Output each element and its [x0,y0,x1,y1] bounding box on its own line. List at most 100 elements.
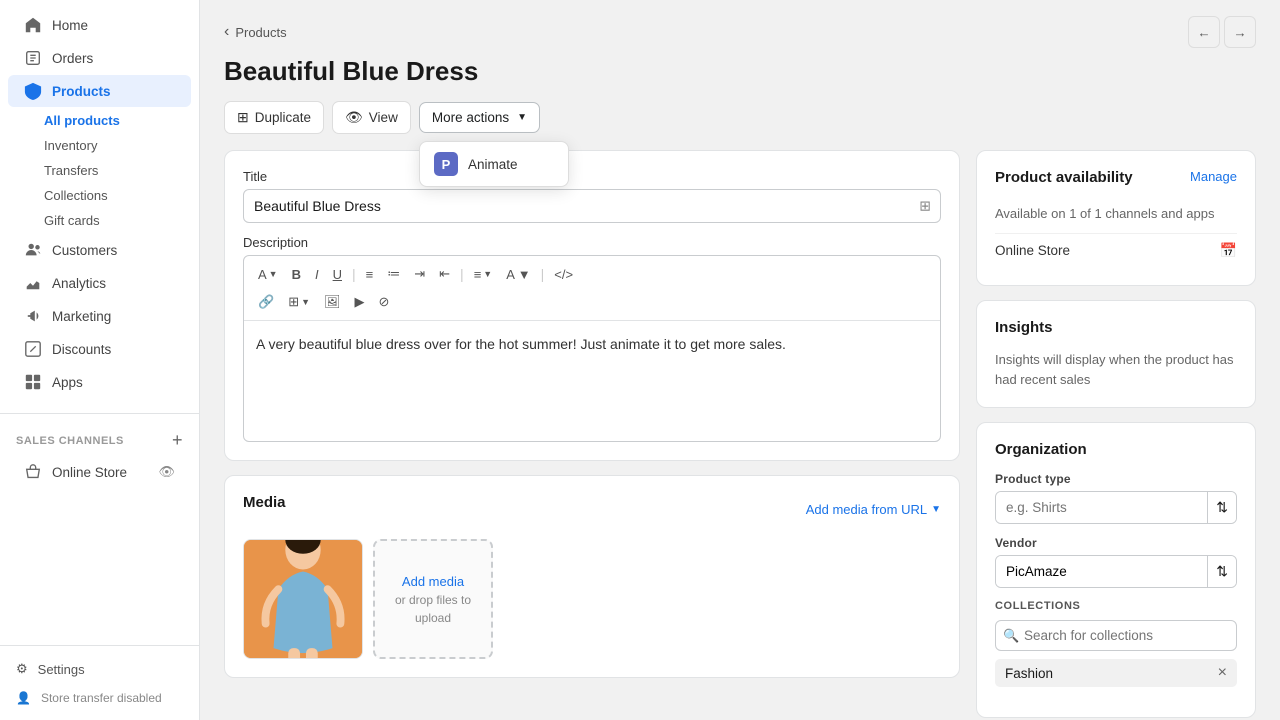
sidebar-item-settings[interactable]: ⚙ Settings [0,654,199,684]
sidebar-item-all-products[interactable]: All products [44,108,199,133]
dropdown-item-animate[interactable]: P Animate [420,142,568,186]
nav-forward-button[interactable]: → [1224,16,1256,48]
product-details-card: Title ⊞ Description A ▼ B I [224,150,960,461]
manage-link[interactable]: Manage [1190,169,1237,184]
sidebar-item-apps[interactable]: Apps [8,366,191,398]
sidebar-item-collections[interactable]: Collections [44,183,199,208]
editor-italic-btn[interactable]: I [309,263,325,286]
collections-search-wrapper: 🔍 [995,620,1237,651]
sidebar-item-gift-cards[interactable]: Gift cards [44,208,199,233]
sidebar-bottom: ⚙ Settings 👤 Store transfer disabled [0,645,199,720]
collections-search-icon: 🔍 [1003,628,1019,644]
customers-icon [24,241,42,259]
vendor-dropdown-btn[interactable]: ⇅ [1207,556,1236,587]
editor-align-btn[interactable]: ≡ ▼ [468,263,499,286]
sidebar-item-inventory[interactable]: Inventory [44,133,199,158]
sidebar-item-store-transfer[interactable]: 👤 Store transfer disabled [0,684,199,712]
analytics-icon [24,274,42,292]
sidebar-item-orders-label: Orders [52,51,93,66]
sidebar-item-analytics-label: Analytics [52,276,106,291]
more-actions-button[interactable]: More actions ▼ [419,102,540,133]
availability-subtitle: Available on 1 of 1 channels and apps [995,206,1237,221]
editor-text-btn[interactable]: A ▼ [252,263,284,286]
availability-title: Product availability [995,169,1133,186]
breadcrumb-chevron: ‹ [224,23,229,41]
sidebar-item-transfers[interactable]: Transfers [44,158,199,183]
channel-calendar-icon[interactable]: 📅 [1220,242,1237,259]
editor-video-btn[interactable]: ▶ [349,290,371,314]
animate-app-icon: P [434,152,458,176]
home-icon [24,16,42,34]
sidebar-item-orders[interactable]: Orders [8,42,191,74]
sidebar-item-online-store[interactable]: Online Store 👁 [8,456,191,488]
sidebar-item-home[interactable]: Home [8,9,191,41]
sidebar-products-submenu: All products Inventory Transfers Collect… [0,108,199,233]
title-input[interactable] [243,189,941,223]
media-item-dress[interactable] [243,539,363,659]
sidebar-item-discounts[interactable]: Discounts [8,333,191,365]
media-grid: Add media or drop files to upload [243,539,941,659]
settings-icon: ⚙ [16,661,28,677]
collections-search-input[interactable] [995,620,1237,651]
toolbar-divider-1: | [352,266,356,282]
sidebar-item-marketing[interactable]: Marketing [8,300,191,332]
title-label: Title [243,169,941,184]
upload-sub1: or drop files to [395,593,471,607]
editor-link-btn[interactable]: 🔗 [252,290,280,314]
sidebar-item-products-label: Products [52,84,111,99]
availability-header: Product availability Manage [995,169,1237,200]
collections-field: COLLECTIONS 🔍 Fashion × [995,600,1237,687]
right-column: Product availability Manage Available on… [976,150,1256,718]
product-type-input[interactable] [996,492,1207,523]
channel-item-online-store: Online Store 📅 [995,233,1237,267]
product-type-caret: ⇅ [1216,499,1228,516]
sidebar: Home Orders Products All products Invent… [0,0,200,720]
title-input-icon: ⊞ [919,198,931,215]
editor-code-btn[interactable]: </> [548,263,579,286]
view-icon: 👁 [345,109,363,126]
store-transfer-icon: 👤 [16,691,31,705]
media-upload-area[interactable]: Add media or drop files to upload [373,539,493,659]
sidebar-item-home-label: Home [52,18,88,33]
editor-underline-btn[interactable]: U [327,263,348,286]
nav-back-icon: ← [1197,25,1210,40]
sidebar-item-customers[interactable]: Customers [8,234,191,266]
collection-remove-button[interactable]: × [1218,665,1227,681]
sidebar-item-analytics[interactable]: Analytics [8,267,191,299]
description-content[interactable]: A very beautiful blue dress over for the… [244,321,940,441]
duplicate-button[interactable]: ⊞ Duplicate [224,101,324,134]
insights-description: Insights will display when the product h… [995,350,1237,389]
apps-icon [24,373,42,391]
product-type-dropdown-btn[interactable]: ⇅ [1207,492,1236,523]
sales-channels-label: SALES CHANNELS + [0,420,199,455]
add-sales-channel-icon[interactable]: + [172,430,183,451]
vendor-field: Vendor ⇅ [995,536,1237,588]
topbar: ‹ Products ← → [224,0,1256,56]
editor-ol-btn[interactable]: ≔ [381,262,406,286]
editor-indent-btn[interactable]: ⇥ [408,262,431,286]
nav-back-button[interactable]: ← [1188,16,1220,48]
collections-heading: COLLECTIONS [995,600,1237,612]
online-store-label: Online Store [52,465,127,480]
organization-title: Organization [995,441,1237,458]
editor-image-btn[interactable]: 🖼 [318,290,347,314]
product-type-input-wrapper: ⇅ [995,491,1237,524]
editor-table-btn[interactable]: ⊞ ▼ [282,290,316,314]
sidebar-item-marketing-label: Marketing [52,309,111,324]
media-title: Media [243,494,286,511]
availability-card: Product availability Manage Available on… [976,150,1256,286]
editor-toolbar: A ▼ B I U | ≡ ≔ ⇥ ⇤ | ≡ ▼ [244,256,940,321]
editor-color-btn[interactable]: A ▼ [500,263,536,286]
online-store-eye-icon[interactable]: 👁 [158,464,175,480]
sidebar-item-customers-label: Customers [52,243,117,258]
sidebar-item-products[interactable]: Products [8,75,191,107]
editor-bold-btn[interactable]: B [286,263,307,286]
add-media-from-url-button[interactable]: Add media from URL ▼ [806,502,941,517]
editor-ul-btn[interactable]: ≡ [360,263,380,286]
toolbar-row2: 🔗 ⊞ ▼ 🖼 ▶ ⊘ [252,290,932,314]
editor-outdent-btn[interactable]: ⇤ [433,262,456,286]
breadcrumb[interactable]: ‹ Products [224,23,287,41]
editor-clear-btn[interactable]: ⊘ [373,290,396,314]
view-button[interactable]: 👁 View [332,101,411,134]
vendor-input[interactable] [996,556,1207,587]
